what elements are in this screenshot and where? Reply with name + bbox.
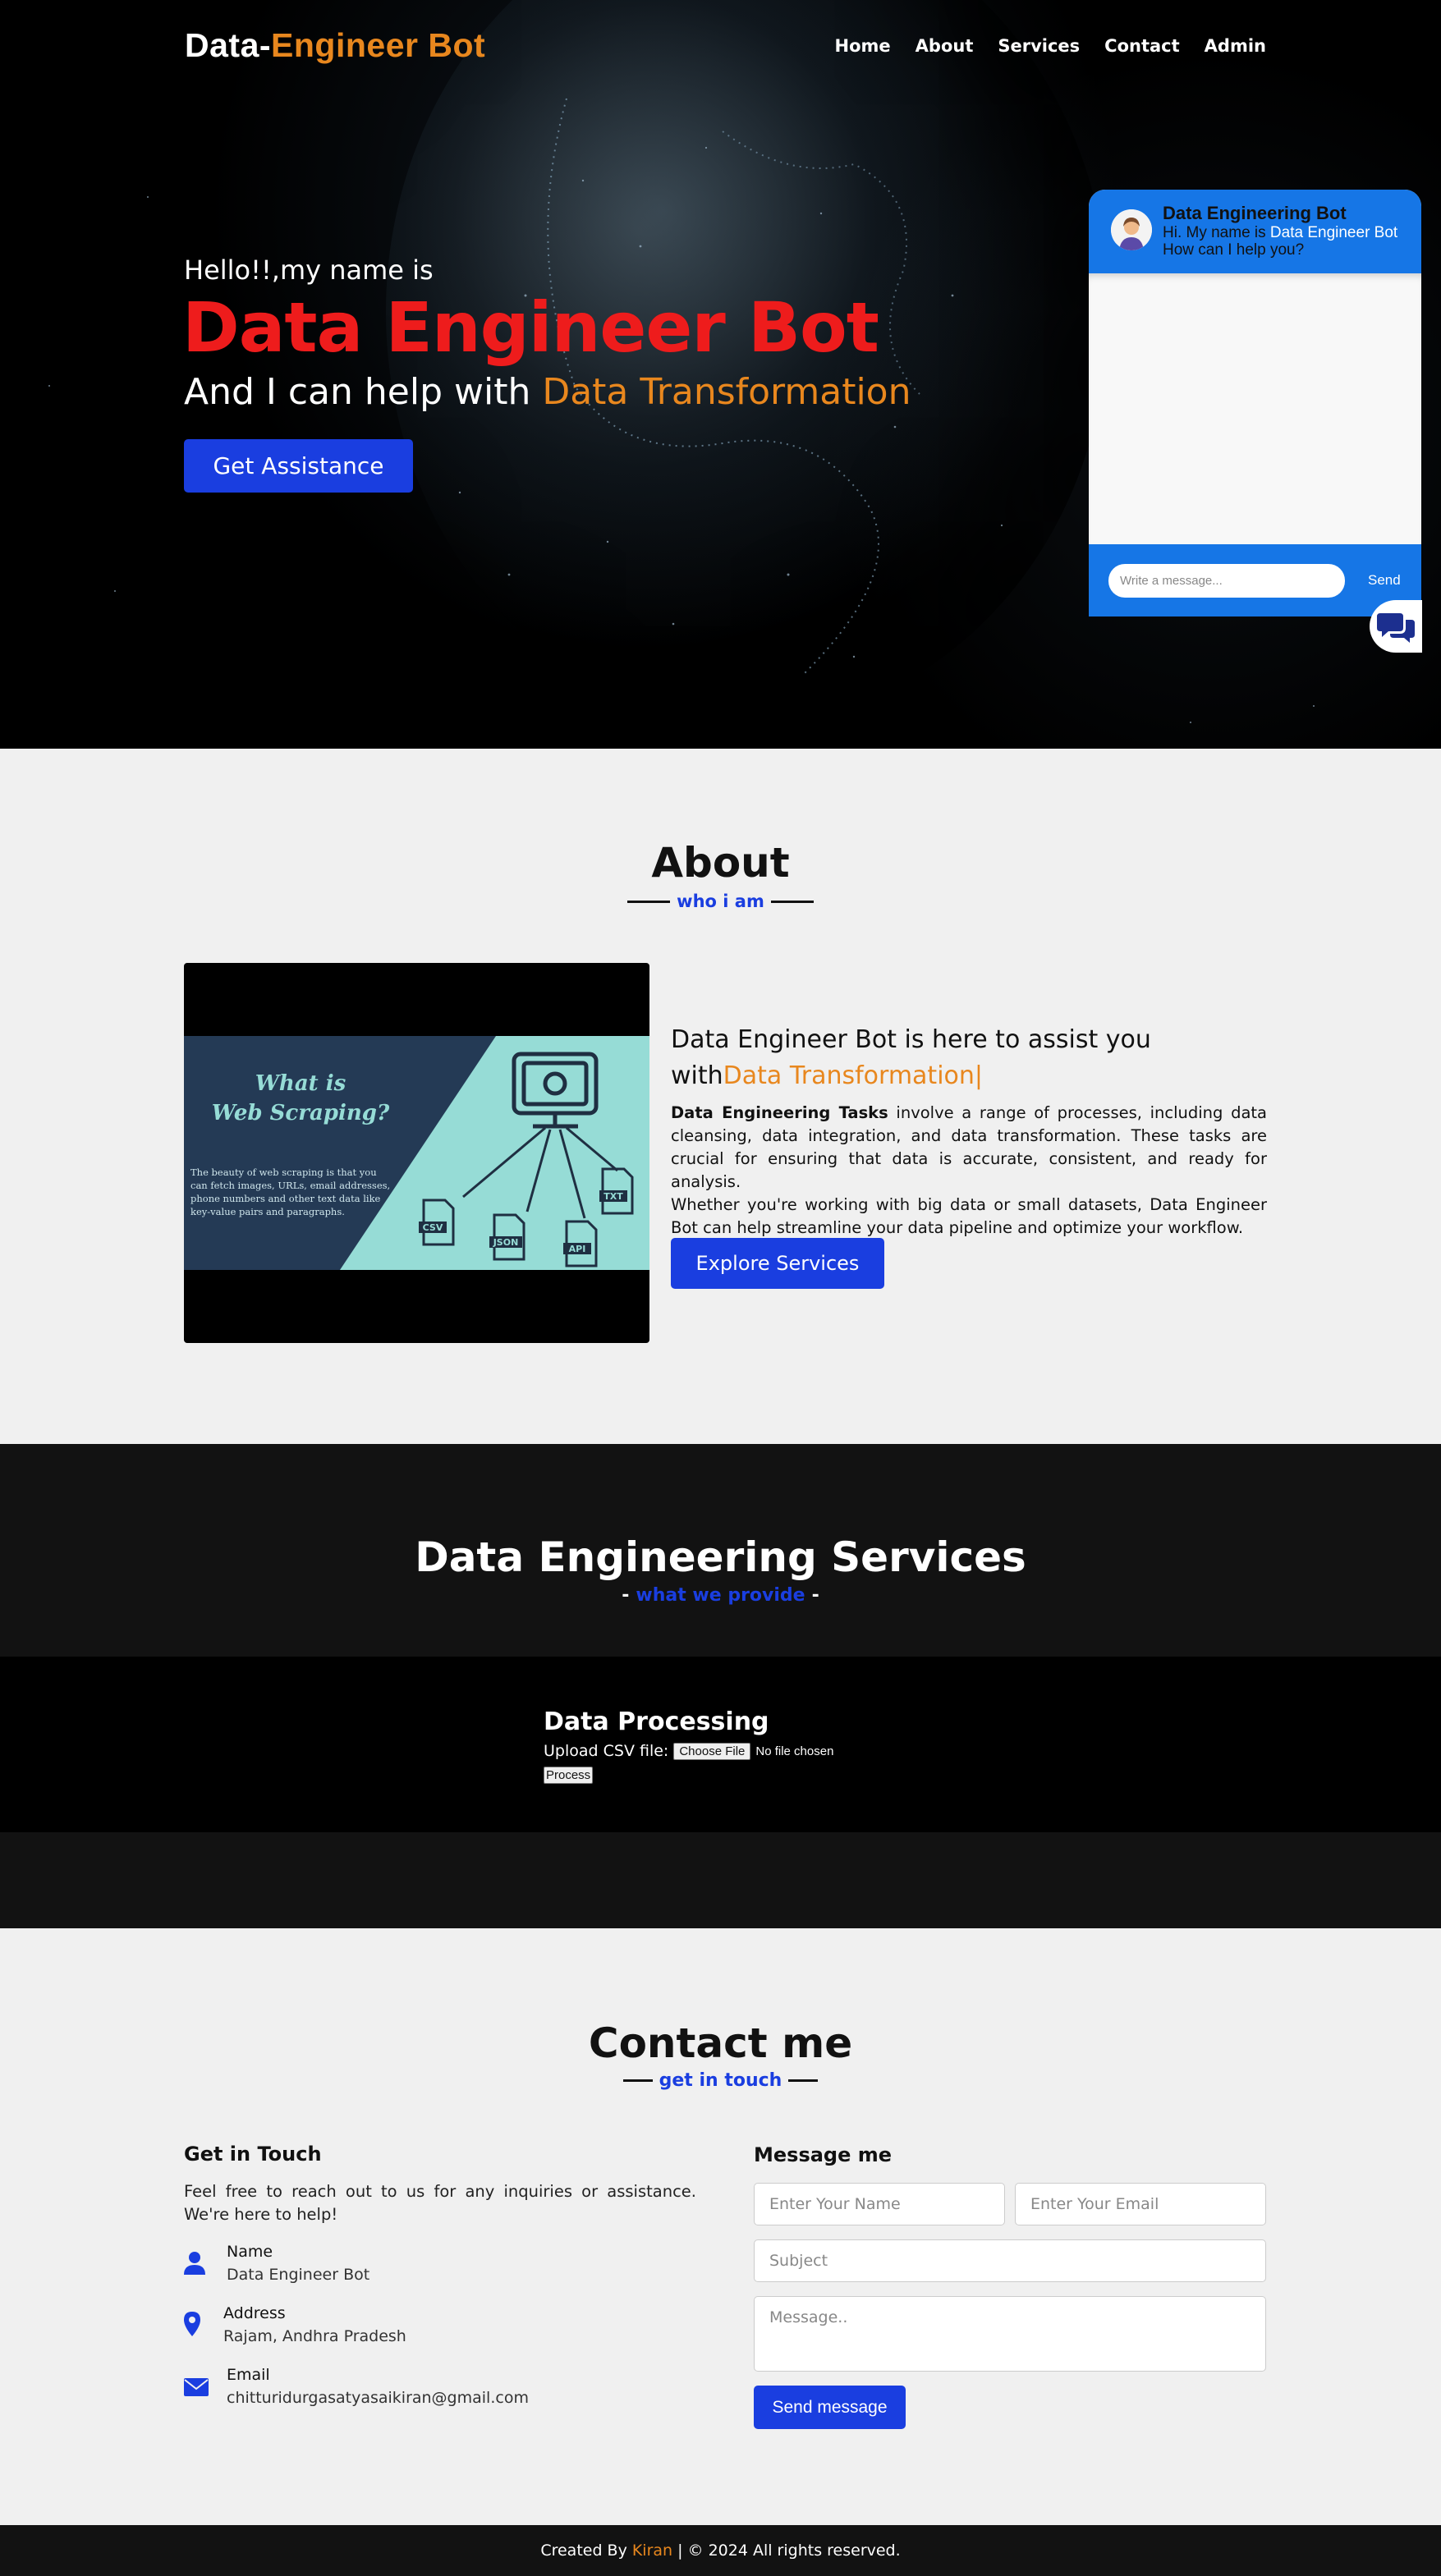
chat-header: Data Engineering Bot Hi. My name is Data… (1089, 190, 1421, 273)
get-assistance-button[interactable]: Get Assistance (184, 439, 413, 493)
chat-footer: Send (1089, 544, 1421, 616)
about-subtitle: who i am (0, 892, 1441, 911)
footer: Created By Kiran | © 2024 All rights res… (0, 2525, 1441, 2576)
chat-intro: Hi. My name is Data Engineer Bot How can… (1163, 224, 1397, 259)
thumb-heading-1: What is (255, 1071, 346, 1096)
about-description: Data Engineering Tasks involve a range o… (671, 1102, 1267, 1240)
divider-left (627, 900, 671, 903)
main-nav: Home About Services Contact Admin (835, 36, 1266, 56)
hero-tagline: And I can help with Data Transformation (184, 371, 911, 413)
nav-about[interactable]: About (916, 36, 974, 56)
about-subtitle-text: who i am (677, 892, 764, 911)
chat-widget: Data Engineering Bot Hi. My name is Data… (1089, 190, 1421, 616)
chat-intro-question: How can I help you? (1163, 241, 1305, 259)
about-heading-accent: Data Transformation| (723, 1061, 984, 1090)
info-email-value[interactable]: chitturidurgasatyasaikiran@gmail.com (227, 2386, 529, 2409)
thumb-body-2: can fetch images, URLs, email addresses, (190, 1180, 390, 1191)
chat-intro-prefix: Hi. My name is (1163, 224, 1270, 241)
chat-send-button[interactable]: Send (1368, 572, 1401, 589)
info-address-label: Address (223, 2304, 286, 2322)
message-textarea[interactable] (754, 2296, 1266, 2372)
thumb-heading-2: Web Scraping? (212, 1101, 390, 1125)
footer-created-by: Created By (540, 2542, 627, 2560)
tag-txt: TXT (603, 1191, 623, 1202)
thumb-body-4: key-value pairs and paragraphs. (190, 1206, 345, 1217)
upload-label: Upload CSV file: (544, 1742, 669, 1760)
site-logo[interactable]: Data-Engineer Bot (185, 26, 485, 65)
info-email: Email chitturidurgasatyasaikiran@gmail.c… (184, 2363, 529, 2409)
hero-greeting: Hello!!,my name is (184, 254, 434, 286)
message-me-title: Message me (754, 2143, 893, 2166)
info-name-value: Data Engineer Bot (227, 2266, 370, 2284)
web-scraping-thumbnail: CSV JSON API TXT What is Web Scraping? T… (184, 1036, 649, 1270)
thumb-body-3: phone numbers and other text data like (190, 1193, 381, 1204)
nav-contact[interactable]: Contact (1104, 36, 1180, 56)
tag-api: API (569, 1244, 586, 1254)
csv-upload-row: Upload CSV file: Choose File No file cho… (544, 1742, 833, 1760)
chat-bubbles-icon (1377, 613, 1415, 643)
map-marker-icon (184, 2312, 200, 2336)
tag-csv: CSV (423, 1222, 443, 1233)
about-heading: Data Engineer Bot is here to assist you … (671, 1022, 1267, 1094)
user-icon (184, 2252, 205, 2275)
services-subtitle: - what we provide - (0, 1585, 1441, 1606)
get-in-touch-text: Feel free to reach out to us for any inq… (184, 2182, 696, 2224)
contact-subtitle: get in touch (0, 2070, 1441, 2091)
tag-json: JSON (493, 1237, 519, 1248)
services-title: Data Engineering Services (415, 1533, 1026, 1581)
logo-accent: Engineer Bot (271, 26, 486, 64)
services-subtitle-text: what we provide (636, 1585, 805, 1606)
chat-messages (1089, 273, 1421, 544)
contact-subtitle-text: get in touch (659, 2070, 782, 2091)
nav-home[interactable]: Home (835, 36, 891, 56)
footer-copyright: | © 2024 All rights reserved. (677, 2542, 901, 2560)
hero-tagline-prefix: And I can help with (184, 371, 543, 413)
divider-left (622, 2079, 653, 2082)
divider-right (788, 2079, 819, 2082)
info-email-label: Email (227, 2366, 270, 2384)
divider-right (770, 900, 814, 903)
about-text-line2: Whether you're working with big data or … (671, 1195, 1267, 1237)
no-file-text: No file chosen (755, 1744, 834, 1758)
about-text-bold: Data Engineering Tasks (671, 1103, 888, 1122)
chat-toggle-button[interactable] (1370, 600, 1422, 653)
choose-file-button[interactable]: Choose File (673, 1742, 751, 1760)
dash-left: - (622, 1585, 630, 1606)
nav-services[interactable]: Services (998, 36, 1080, 56)
process-button[interactable]: Process (544, 1767, 594, 1784)
info-address-value: Rajam, Andhra Pradesh (223, 2327, 406, 2345)
about-title: About (651, 839, 790, 887)
contact-title: Contact me (588, 2019, 853, 2067)
dash-right: - (811, 1585, 819, 1606)
bot-avatar (1111, 209, 1152, 250)
get-in-touch-title: Get in Touch (184, 2143, 322, 2166)
hero-name: Data Engineer Bot (182, 287, 879, 368)
chat-title: Data Engineering Bot (1163, 203, 1347, 223)
envelope-icon (184, 2378, 209, 2396)
thumb-body-1: The beauty of web scraping is that you (190, 1167, 377, 1178)
info-address: Address Rajam, Andhra Pradesh (184, 2302, 406, 2348)
info-name-label: Name (227, 2243, 273, 2261)
logo-prefix: Data- (185, 26, 272, 64)
name-input[interactable] (754, 2183, 1005, 2225)
footer-author[interactable]: Kiran (632, 2542, 672, 2560)
send-message-button[interactable]: Send message (754, 2386, 906, 2429)
subject-input[interactable] (754, 2239, 1266, 2282)
info-name: Name Data Engineer Bot (184, 2240, 369, 2286)
hero-tagline-accent: Data Transformation (542, 371, 911, 413)
nav-admin[interactable]: Admin (1205, 36, 1266, 56)
chat-message-input[interactable] (1108, 564, 1345, 598)
chat-intro-name: Data Engineer Bot (1269, 224, 1398, 241)
email-input[interactable] (1015, 2183, 1266, 2225)
explore-services-button[interactable]: Explore Services (671, 1238, 884, 1289)
about-video[interactable]: CSV JSON API TXT What is Web Scraping? T… (184, 963, 649, 1343)
data-processing-title: Data Processing (544, 1707, 769, 1736)
